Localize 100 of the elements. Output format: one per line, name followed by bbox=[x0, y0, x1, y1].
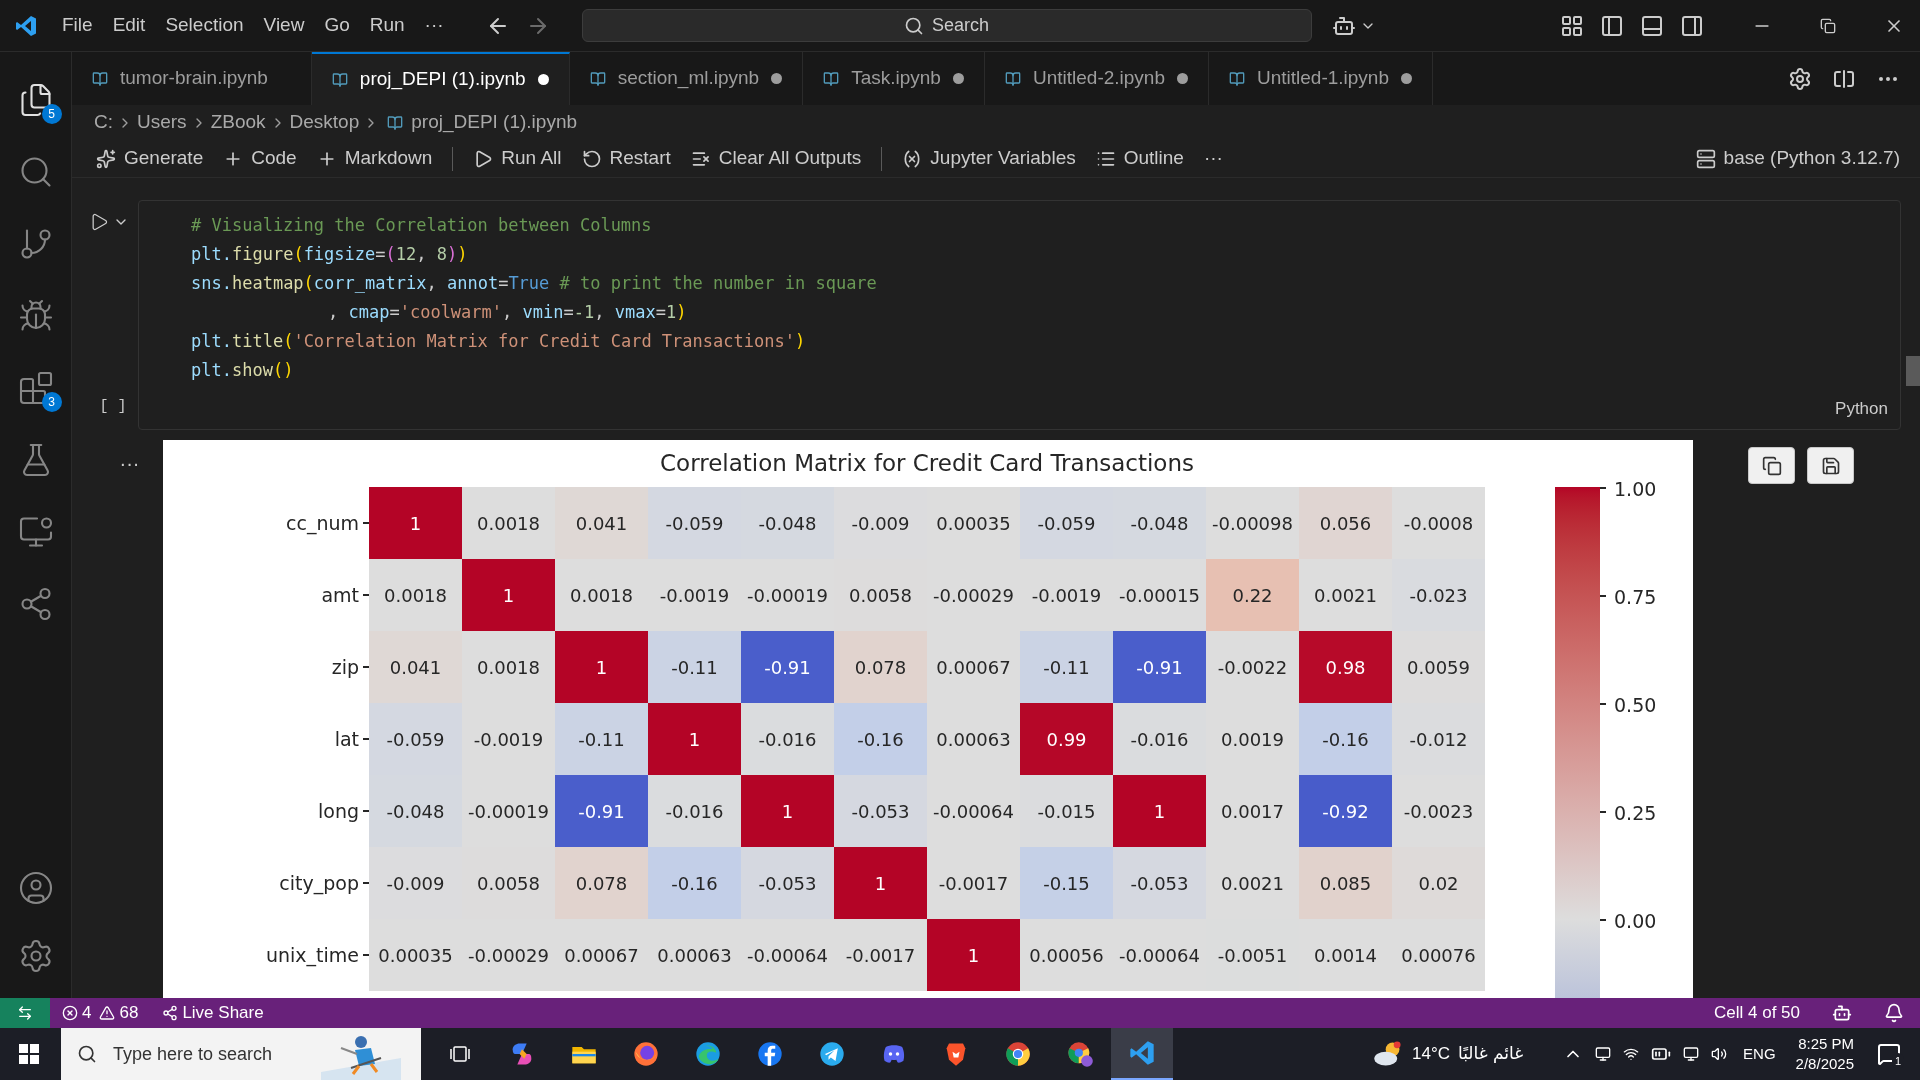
heatmap-cell: -0.048 bbox=[741, 487, 834, 559]
bottom-panel-icon[interactable] bbox=[1640, 13, 1664, 38]
start-icon[interactable] bbox=[19, 1044, 39, 1064]
assistant-icon[interactable] bbox=[1832, 1003, 1852, 1023]
code-line: plt.show() bbox=[191, 358, 295, 382]
menu-item[interactable]: ··· bbox=[414, 11, 454, 40]
browser-profile-icon[interactable] bbox=[1066, 1040, 1094, 1068]
taskbar-search-input[interactable]: Type here to search bbox=[113, 1040, 313, 1068]
browser-icon[interactable] bbox=[632, 1040, 660, 1068]
heatmap-cell: 0.0018 bbox=[555, 559, 648, 631]
clock[interactable]: 8:25 PM 2/8/2025 bbox=[1795, 1034, 1854, 1074]
heatmap-cell: 1 bbox=[834, 847, 927, 919]
heatmap-cell: 0.0059 bbox=[1392, 631, 1485, 703]
notebook-icon bbox=[387, 114, 404, 131]
heatmap-cell: -0.016 bbox=[1113, 703, 1206, 775]
heatmap-cell: -0.012 bbox=[1392, 703, 1485, 775]
heatmap-cell: 0.0021 bbox=[1206, 847, 1299, 919]
toolbar-button[interactable]: Outline bbox=[1087, 143, 1192, 174]
more-button[interactable]: ··· bbox=[1195, 144, 1231, 173]
paper-plane-icon[interactable] bbox=[818, 1040, 846, 1068]
bug-icon[interactable] bbox=[17, 298, 54, 334]
heatmap-cell: -0.053 bbox=[834, 775, 927, 847]
heatmap-cell: -0.053 bbox=[741, 847, 834, 919]
breadcrumb-item[interactable]: Desktop bbox=[289, 108, 360, 137]
right-panel-icon[interactable] bbox=[1680, 13, 1704, 38]
remote-button[interactable] bbox=[0, 998, 50, 1028]
heatmap-cell: -0.91 bbox=[1113, 631, 1206, 703]
menu-item[interactable]: Edit bbox=[102, 11, 156, 40]
toolbar-button[interactable]: Clear All Outputs bbox=[682, 143, 870, 174]
heatmap-cell: -0.00064 bbox=[927, 775, 1020, 847]
account-icon[interactable] bbox=[17, 870, 54, 906]
problems-button[interactable]: 4 68 bbox=[62, 1000, 139, 1026]
restart-icon bbox=[581, 148, 602, 169]
menu-item[interactable]: Selection bbox=[155, 11, 254, 40]
editor-tab[interactable]: proj_DEPI (1).ipynb bbox=[311, 52, 570, 105]
toolbar-button[interactable]: Generate bbox=[88, 143, 212, 174]
heatmap-cell: -0.0017 bbox=[927, 847, 1020, 919]
search-field[interactable]: Search bbox=[581, 9, 1312, 42]
remote-icon bbox=[17, 1005, 33, 1021]
scrollbar-thumb[interactable] bbox=[1906, 356, 1920, 386]
heatmap-cell: 0.078 bbox=[555, 847, 648, 919]
notifications-button[interactable]: 1 bbox=[1874, 1039, 1904, 1069]
device-icon[interactable] bbox=[1595, 1046, 1612, 1062]
social-app-icon[interactable] bbox=[756, 1040, 784, 1068]
taskbar-search-field[interactable]: Type here to search bbox=[61, 1028, 421, 1080]
menu-item[interactable]: Go bbox=[314, 11, 360, 40]
blocks-icon[interactable] bbox=[17, 370, 54, 406]
heatmap-cell: -0.0017 bbox=[834, 919, 927, 991]
live-share-button[interactable]: Live Share bbox=[162, 1000, 264, 1026]
heatmap-cell: -0.059 bbox=[369, 703, 462, 775]
heatmap-cell: -0.00029 bbox=[927, 559, 1020, 631]
heatmap-cell: 0.0014 bbox=[1299, 919, 1392, 991]
message-icon bbox=[1877, 1042, 1901, 1066]
heatmap-cell: -0.0051 bbox=[1206, 919, 1299, 991]
toolbar-button[interactable]: Markdown bbox=[308, 143, 441, 174]
heatmap-cell: 0.00067 bbox=[927, 631, 1020, 703]
save-icon bbox=[1820, 455, 1841, 476]
breadcrumb-item[interactable]: proj_DEPI (1).ipynb bbox=[411, 108, 578, 137]
settings-icon[interactable] bbox=[1788, 66, 1812, 91]
toolbar-button[interactable]: Jupyter Variables bbox=[894, 143, 1084, 174]
menu-item[interactable]: File bbox=[52, 11, 103, 40]
browser-icon[interactable] bbox=[694, 1040, 722, 1068]
breadcrumb-item[interactable]: ZBook bbox=[210, 108, 266, 137]
language-label[interactable]: Python bbox=[1835, 395, 1888, 421]
left-panel-icon[interactable] bbox=[1600, 13, 1624, 38]
heatmap-cell: 0.00063 bbox=[648, 919, 741, 991]
notebook-icon bbox=[1004, 70, 1021, 87]
toolbar-button[interactable]: Restart bbox=[573, 143, 679, 174]
toolbar-button[interactable]: Code bbox=[215, 143, 305, 174]
monitor-icon[interactable] bbox=[17, 514, 54, 550]
heatmap-cell: 1 bbox=[1113, 775, 1206, 847]
layout-icon[interactable] bbox=[1560, 13, 1584, 38]
display-icon[interactable] bbox=[1683, 1046, 1700, 1062]
cell-position[interactable]: Cell 4 of 50 bbox=[1714, 1000, 1800, 1026]
breadcrumb-item[interactable]: C: bbox=[94, 108, 113, 137]
heatmap-cell: -0.16 bbox=[1299, 703, 1392, 775]
save-output-button[interactable] bbox=[1807, 447, 1854, 484]
heatmap-cell: -0.0022 bbox=[1206, 631, 1299, 703]
restore-icon[interactable] bbox=[1820, 17, 1836, 34]
heatmap-cell: 0.00056 bbox=[1020, 919, 1113, 991]
volume-icon[interactable] bbox=[1711, 1046, 1728, 1062]
network-icon[interactable] bbox=[1623, 1046, 1640, 1062]
heatmap-cell: -0.00098 bbox=[1206, 487, 1299, 559]
copy-output-button[interactable] bbox=[1748, 447, 1795, 484]
kernel-button[interactable]: base (Python 3.12.7) bbox=[1695, 144, 1900, 173]
bell-icon[interactable] bbox=[1884, 1003, 1904, 1023]
heatmap-cell: 1 bbox=[927, 919, 1020, 991]
heatmap-cell: 1 bbox=[648, 703, 741, 775]
execution-count: [ ] bbox=[99, 396, 127, 417]
menu-item[interactable]: Run bbox=[359, 11, 415, 40]
count-badge: 3 bbox=[41, 392, 62, 412]
heatmap-cell: 0.00076 bbox=[1392, 919, 1485, 991]
output-menu-button[interactable]: ··· bbox=[119, 448, 140, 998]
menu-item[interactable]: View bbox=[253, 11, 315, 40]
input-language[interactable]: ENG bbox=[1743, 1042, 1776, 1066]
toolbar-button[interactable]: Run All bbox=[465, 143, 570, 174]
heatmap-cell: 0.0058 bbox=[462, 847, 555, 919]
browser-icon[interactable] bbox=[1004, 1040, 1032, 1068]
breadcrumb-item[interactable]: Users bbox=[137, 108, 187, 137]
temperature: 14°C bbox=[1412, 1043, 1450, 1066]
